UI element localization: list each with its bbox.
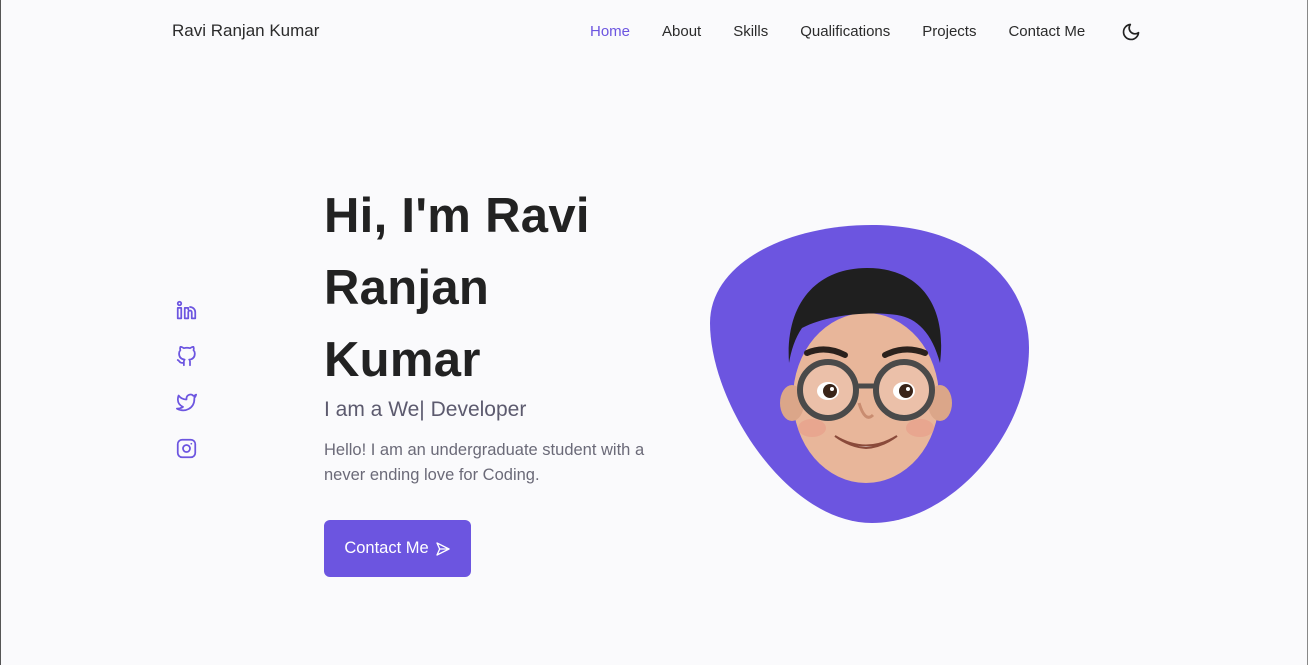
instagram-icon[interactable]: [176, 438, 197, 459]
hero-title-line-1: Hi, I'm Ravi: [324, 189, 590, 243]
github-icon[interactable]: [176, 345, 197, 367]
nav-about[interactable]: About: [662, 23, 701, 40]
nav-skills[interactable]: Skills: [733, 23, 768, 40]
nav-qualifications[interactable]: Qualifications: [800, 23, 890, 40]
send-icon: [436, 541, 450, 556]
nav-home[interactable]: Home: [590, 23, 630, 40]
main-nav: Home About Skills Qualifications Project…: [590, 23, 1117, 40]
contact-me-label: Contact Me: [344, 539, 429, 557]
hero-title-line-2: Ranjan: [324, 261, 490, 315]
header: Ravi Ranjan Kumar Home About Skills Qual…: [1, 0, 1307, 64]
hero-title: Hi, I'm Ravi Ranjan Kumar: [324, 180, 684, 396]
linkedin-icon[interactable]: [176, 300, 197, 321]
avatar-blob: [707, 223, 1033, 525]
social-links: [176, 300, 197, 484]
hero-subtitle: I am a We| Developer: [324, 398, 527, 421]
brand-name[interactable]: Ravi Ranjan Kumar: [172, 21, 319, 41]
hero-description: Hello! I am an undergraduate student wit…: [324, 441, 645, 484]
contact-me-button[interactable]: Contact Me: [324, 520, 471, 577]
nav-contact[interactable]: Contact Me: [1008, 23, 1085, 40]
twitter-icon[interactable]: [176, 392, 197, 413]
hero-title-line-3: Kumar: [324, 333, 481, 387]
moon-icon[interactable]: [1121, 22, 1141, 42]
nav-projects[interactable]: Projects: [922, 23, 976, 40]
page: Ravi Ranjan Kumar Home About Skills Qual…: [0, 0, 1308, 665]
